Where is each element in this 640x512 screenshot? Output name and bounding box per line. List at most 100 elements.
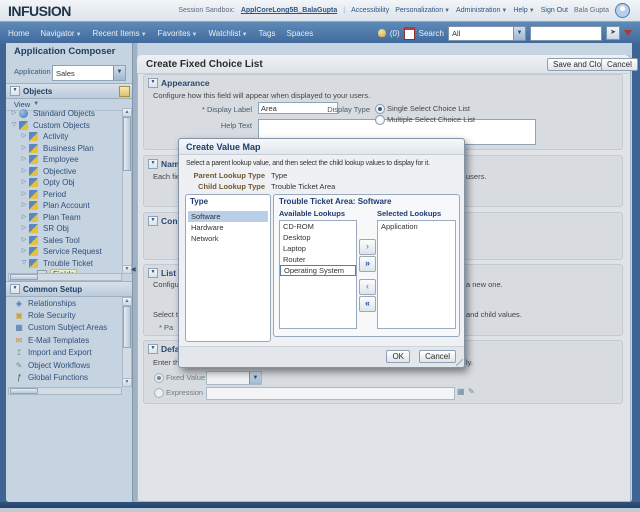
person-icon[interactable]: [615, 3, 630, 18]
sign-out-link[interactable]: Sign Out: [541, 7, 568, 14]
tree-item-sr-obj[interactable]: ▷ SR Obj: [8, 223, 122, 235]
nav-tags[interactable]: Tags: [259, 29, 276, 38]
collapse-icon[interactable]: ▼: [148, 344, 158, 354]
expand-icon[interactable]: ▷: [20, 200, 28, 212]
chevron-down-icon[interactable]: ▼: [249, 372, 261, 384]
tree-item-plan-team[interactable]: ▷ Plan Team: [8, 212, 122, 224]
collapse-panel-icon[interactable]: ◀: [131, 266, 136, 273]
move-icon[interactable]: ›: [359, 239, 376, 255]
sidebar-item-role-security[interactable]: ▣ Role Security: [6, 309, 120, 321]
collapse-icon[interactable]: ▼: [10, 284, 20, 294]
search-input[interactable]: [530, 26, 602, 41]
collapse-icon[interactable]: ▽: [20, 258, 28, 270]
resize-grip-icon[interactable]: [456, 359, 463, 366]
single-select-radio[interactable]: [375, 104, 385, 114]
list-item-cdrom[interactable]: CD-ROM: [280, 221, 356, 232]
type-item-software[interactable]: Software: [188, 211, 268, 222]
nav-watchlist[interactable]: Watchlist▼: [209, 29, 248, 38]
expand-icon[interactable]: ▷: [20, 131, 28, 143]
list-item-desktop[interactable]: Desktop: [280, 232, 356, 243]
list-item-operating-system[interactable]: Operating System: [280, 265, 356, 276]
tree-item-plan-account[interactable]: ▷ Plan Account: [8, 200, 122, 212]
tree-item-objective[interactable]: ▷ Objective: [8, 166, 122, 178]
tree-item-trouble-ticket[interactable]: ▽ Trouble Ticket: [8, 258, 122, 270]
help-menu[interactable]: Help▼: [513, 7, 534, 14]
available-lookups-list[interactable]: CD-ROM Desktop Laptop Router Operating S…: [279, 220, 357, 329]
expand-icon[interactable]: ▷: [20, 235, 28, 247]
tree-item-service-request[interactable]: ▷ Service Request: [8, 246, 122, 258]
fixed-value-select[interactable]: ▼: [206, 371, 262, 385]
expand-icon[interactable]: ▷: [20, 166, 28, 178]
scrollbar-thumb[interactable]: [10, 388, 38, 394]
expand-icon[interactable]: ▷: [20, 189, 28, 201]
expand-icon[interactable]: ▷: [20, 154, 28, 166]
list-item-router[interactable]: Router: [280, 254, 356, 265]
list-item-laptop[interactable]: Laptop: [280, 243, 356, 254]
scroll-down-icon[interactable]: ▼: [123, 265, 131, 273]
collapse-icon[interactable]: ▼: [148, 268, 158, 278]
new-object-icon[interactable]: [119, 86, 130, 97]
scroll-up-icon[interactable]: ▲: [123, 298, 131, 306]
expression-label[interactable]: Expression: [166, 388, 203, 397]
tree-vertical-scrollbar[interactable]: ▲ ▼: [122, 108, 132, 274]
search-scope-select[interactable]: All ▼: [448, 26, 526, 41]
multiple-select-label[interactable]: Multiple Select Choice List: [387, 115, 475, 124]
common-setup-section-header[interactable]: ▼ Common Setup: [6, 281, 136, 297]
setup-vertical-scrollbar[interactable]: ▲ ▼: [122, 297, 132, 387]
expand-icon[interactable]: ▷: [20, 223, 28, 235]
application-select[interactable]: Sales ▼: [52, 65, 126, 81]
fixed-value-radio[interactable]: [154, 373, 164, 383]
accessibility-link[interactable]: Accessibility: [351, 7, 389, 14]
move-all-icon[interactable]: »: [359, 256, 376, 272]
notifications-bell-icon[interactable]: [378, 29, 386, 37]
edit-icon[interactable]: ✎: [468, 387, 475, 396]
expand-icon[interactable]: ▷: [20, 143, 28, 155]
setup-horizontal-scrollbar[interactable]: [8, 387, 122, 395]
sidebar-item-import-export[interactable]: ↥ Import and Export: [6, 347, 120, 359]
collapse-icon[interactable]: ▼: [148, 216, 158, 226]
appearance-header[interactable]: ▼ Appearance: [148, 78, 210, 88]
dialog-cancel-button[interactable]: Cancel: [419, 350, 456, 363]
multiple-select-radio[interactable]: [375, 115, 385, 125]
chevron-down-icon[interactable]: ▼: [513, 27, 525, 40]
expand-icon[interactable]: ▷: [20, 177, 28, 189]
tree-item-opty-obj[interactable]: ▷ Opty Obj: [8, 177, 122, 189]
tree-item-standard-objects[interactable]: ▷ Standard Objects: [8, 108, 122, 120]
remove-all-icon[interactable]: «: [359, 296, 376, 312]
scroll-up-icon[interactable]: ▲: [123, 109, 131, 117]
scrollbar-thumb[interactable]: [123, 117, 131, 171]
calendar-icon[interactable]: [404, 27, 415, 40]
chevron-down-icon[interactable]: ▼: [113, 66, 125, 80]
expand-icon[interactable]: ▷: [20, 246, 28, 258]
personalization-menu[interactable]: Personalization▼: [395, 7, 450, 14]
tree-item-custom-objects[interactable]: ▽ Custom Objects: [8, 120, 122, 132]
nav-home[interactable]: Home: [8, 29, 29, 38]
expression-input[interactable]: [206, 387, 455, 400]
dialog-title-bar[interactable]: Create Value Map: [179, 139, 464, 155]
expression-radio[interactable]: [154, 388, 164, 398]
collapse-icon[interactable]: ▼: [148, 78, 158, 88]
tree-item-activity[interactable]: ▷ Activity: [8, 131, 122, 143]
objects-section-header[interactable]: ▼ Objects: [6, 83, 136, 99]
type-item-hardware[interactable]: Hardware: [188, 222, 268, 233]
sidebar-item-custom-subject-areas[interactable]: ▦ Custom Subject Areas: [6, 322, 120, 334]
selected-lookups-list[interactable]: Application: [377, 220, 456, 329]
tree-item-business-plan[interactable]: ▷ Business Plan: [8, 143, 122, 155]
tree-item-period[interactable]: ▷ Period: [8, 189, 122, 201]
cancel-button[interactable]: Cancel: [601, 58, 638, 71]
scrollbar-thumb[interactable]: [10, 274, 38, 280]
tree-item-employee[interactable]: ▷ Employee: [8, 154, 122, 166]
single-select-label[interactable]: Single Select Choice List: [387, 104, 470, 113]
scrollbar-thumb[interactable]: [123, 306, 131, 348]
search-go-icon[interactable]: ➤: [606, 26, 620, 40]
advanced-search-icon[interactable]: [624, 30, 632, 36]
session-sandbox-link[interactable]: ApplCoreLong5B_BalaGupta: [241, 7, 337, 14]
sidebar-item-object-workflows[interactable]: ✎ Object Workflows: [6, 359, 120, 371]
nav-navigator[interactable]: Navigator▼: [40, 29, 81, 38]
list-item-application[interactable]: Application: [378, 221, 455, 232]
collapse-icon[interactable]: ▼: [148, 159, 158, 169]
remove-icon[interactable]: ‹: [359, 279, 376, 295]
expand-icon[interactable]: ▷: [10, 108, 18, 120]
nav-spaces[interactable]: Spaces: [287, 29, 314, 38]
collapse-icon[interactable]: ▼: [10, 86, 20, 96]
